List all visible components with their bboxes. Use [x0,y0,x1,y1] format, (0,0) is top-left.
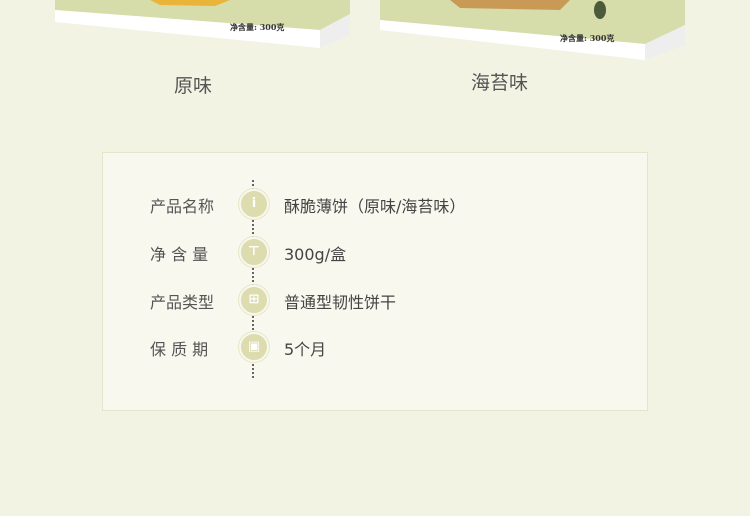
spec-label: 净 含 量 [150,245,209,264]
box-seaweed: 净含量: 300克 [380,0,685,60]
spec-row-weight: 净 含 量 ⊤ 300g/盒 [0,237,750,267]
svg-text:净含量: 300克: 净含量: 300克 [230,22,284,32]
info-icon: i [239,189,269,219]
box-original: 净含量: 300克 [55,0,350,48]
spec-row-name: 产品名称 i 酥脆薄饼（原味/海苔味） [0,189,750,219]
product-name-seaweed: 海苔味 [471,72,529,94]
spec-label: 产品类型 [150,293,215,312]
spec-value: 300g/盒 [284,245,347,264]
scale-icon: ⊤ [239,237,269,267]
spec-value: 5个月 [284,340,327,359]
product-name-original: 原味 [174,75,213,97]
spec-label: 产品名称 [150,197,215,216]
calendar-icon: ▣ [239,332,269,362]
spec-row-type: 产品类型 ⊞ 普通型韧性饼干 [0,285,750,315]
svg-text:净含量: 300克: 净含量: 300克 [560,33,614,43]
spec-value: 普通型韧性饼干 [284,293,397,312]
product-box-images: 净含量: 300克 净含量: 300克 [55,0,685,60]
spec-value: 酥脆薄饼（原味/海苔味） [284,197,466,216]
grid-icon: ⊞ [239,285,269,315]
spec-label: 保 质 期 [150,340,209,359]
spec-row-shelf-life: 保 质 期 ▣ 5个月 [0,332,750,362]
